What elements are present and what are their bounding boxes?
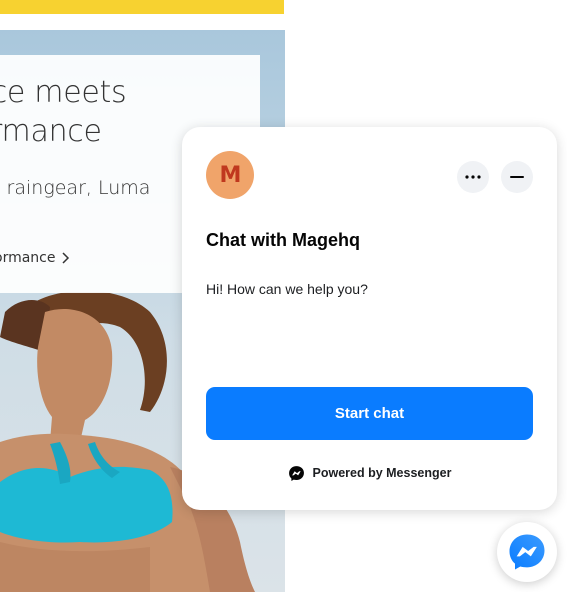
powered-by-messenger: Powered by Messenger: [182, 463, 557, 483]
start-chat-button[interactable]: Start chat: [206, 387, 533, 440]
powered-by-label: Powered by Messenger: [312, 466, 452, 480]
avatar-letter: M: [219, 162, 242, 188]
more-options-button[interactable]: [457, 161, 489, 193]
messenger-icon: [509, 534, 545, 570]
messenger-icon: [288, 465, 304, 481]
chat-widget: M Chat with Magehq Hi! How can we help y…: [182, 127, 557, 510]
minimize-button[interactable]: [501, 161, 533, 193]
promo-bar: [0, 0, 284, 14]
minimize-icon: [510, 176, 524, 178]
chat-title: Chat with Magehq: [206, 230, 360, 250]
chevron-right-icon: [62, 252, 70, 264]
chat-greeting: Hi! How can we help you?: [206, 281, 368, 297]
hero-link-label: ormance: [0, 250, 56, 266]
messenger-launcher-button[interactable]: [497, 522, 557, 582]
hero-shop-link[interactable]: ormance: [0, 250, 70, 266]
more-dots-icon: [465, 175, 481, 179]
hero-headline-line: nce meets: [0, 75, 127, 110]
page-avatar: M: [206, 151, 254, 199]
